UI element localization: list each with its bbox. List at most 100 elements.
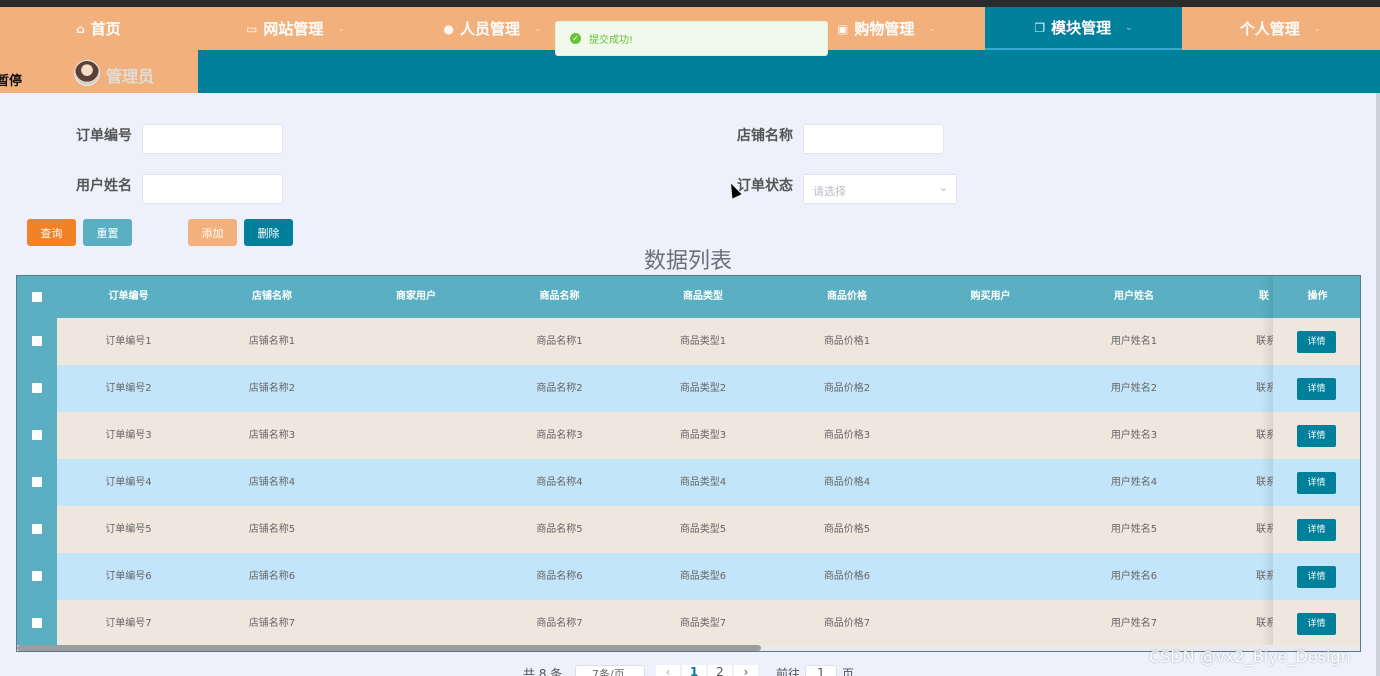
select-all-checkbox[interactable]	[32, 292, 42, 302]
pager-total: 共 8 条	[523, 667, 563, 676]
table-cell: 商品价格6	[823, 571, 871, 582]
row-checkbox[interactable]	[32, 571, 42, 581]
table-cell: 商品价格2	[823, 383, 871, 394]
table-row[interactable]: 订单编号1 店铺名称1 商品名称1 商品类型1 商品价格1 用户姓名1 联系 详情	[17, 318, 1360, 365]
table-cell: 联系	[1256, 571, 1273, 582]
row-checkbox[interactable]	[32, 618, 42, 628]
table-cell: 商品类型1	[679, 336, 727, 347]
nav-item-label: 模块管理	[1051, 19, 1112, 37]
table-cell: 店铺名称5	[248, 524, 296, 535]
detail-button[interactable]: 详情	[1297, 425, 1336, 447]
table-row[interactable]: 订单编号3 店铺名称3 商品名称3 商品类型3 商品价格3 用户姓名3 联系 详情	[17, 412, 1360, 459]
table-row[interactable]: 订单编号4 店铺名称4 商品名称4 商品类型4 商品价格4 用户姓名4 联系 详情	[17, 459, 1360, 506]
table-cell: 用户姓名4	[1110, 477, 1158, 488]
chevron-down-icon: ⌄	[337, 23, 345, 34]
nav-item-label: 首页	[90, 20, 121, 38]
overlay-pause-text: 暂停	[0, 70, 23, 89]
checkbox-cell	[17, 600, 57, 647]
nav-item-label: 购物管理	[854, 20, 915, 38]
chevron-down-icon: ⌄	[938, 181, 948, 194]
home-icon: ⌂	[76, 21, 85, 36]
nav-item-6[interactable]: 个人管理 ⌄	[1182, 7, 1379, 50]
table-row[interactable]: 订单编号5 店铺名称5 商品名称5 商品类型5 商品价格5 用户姓名5 联系 详情	[17, 506, 1360, 553]
order-no-input[interactable]	[142, 124, 283, 154]
nav-item-0[interactable]: ⌂ 首页	[0, 7, 197, 50]
table-cell	[919, 365, 1062, 412]
table-row[interactable]: 订单编号2 店铺名称2 商品名称2 商品类型2 商品价格2 用户姓名2 联系 详情	[17, 365, 1360, 412]
avatar[interactable]	[74, 60, 100, 86]
checkbox-cell	[17, 506, 57, 553]
reset-button[interactable]: 重置	[83, 219, 132, 246]
row-checkbox[interactable]	[32, 430, 42, 440]
detail-button[interactable]: 详情	[1297, 378, 1336, 400]
page-1-button[interactable]: 1	[682, 665, 706, 676]
row-checkbox[interactable]	[32, 477, 42, 487]
goto-label: 前往	[776, 667, 801, 676]
page-size-select[interactable]: 7条/页	[575, 665, 645, 676]
table-cell: 订单编号7	[105, 618, 152, 629]
row-checkbox[interactable]	[32, 524, 42, 534]
table-cell: 联系	[1256, 430, 1273, 441]
table-title: 数据列表	[643, 249, 732, 274]
column-header-6[interactable]: 购买用户	[919, 276, 1062, 318]
table-cell: 店铺名称6	[248, 571, 296, 582]
order-status-select[interactable]: 请选择 ⌄	[803, 174, 957, 204]
column-header-2[interactable]: 商家用户	[344, 276, 488, 318]
detail-button[interactable]: 详情	[1297, 331, 1336, 353]
table-cell: 商品名称3	[536, 430, 583, 441]
lock-icon: ▣	[837, 21, 849, 36]
check-circle-icon: ✓	[570, 33, 581, 44]
table-cell: 商品名称6	[536, 571, 583, 582]
prev-page-button[interactable]: ‹	[656, 665, 680, 676]
column-header-3[interactable]: 商品名称	[488, 276, 631, 318]
detail-button[interactable]: 详情	[1297, 472, 1336, 494]
next-page-button[interactable]: ›	[734, 665, 758, 676]
column-header-9[interactable]: 操作	[1273, 276, 1360, 318]
detail-button[interactable]: 详情	[1297, 613, 1336, 635]
user-name-label: 用户姓名	[76, 178, 132, 194]
user-name-input[interactable]	[142, 174, 283, 204]
nav-item-5[interactable]: ❐ 模块管理 ⌄	[985, 7, 1182, 50]
add-button[interactable]: 添加	[188, 219, 237, 246]
detail-button[interactable]: 详情	[1297, 519, 1336, 541]
delete-button[interactable]: 删除	[244, 219, 293, 246]
table-row[interactable]: 订单编号6 店铺名称6 商品名称6 商品类型6 商品价格6 用户姓名6 联系 详情	[17, 553, 1360, 600]
column-header-8[interactable]: 联系	[1206, 276, 1273, 344]
checkbox-cell	[17, 459, 57, 506]
table-cell: 商品名称1	[536, 336, 583, 347]
table-cell: 商品类型6	[679, 571, 727, 582]
table-cell: 用户姓名2	[1110, 383, 1158, 394]
app-window: ⌂ 首页 ▭ 网站管理 ⌄ ● 人员管理 ⌄ ▣ 购物管理 ⌄ ❐ 模块管理 ⌄ 个人管理 ⌄ 管理员 暂停 …	[0, 0, 1380, 676]
table-row[interactable]: 订单编号7 店铺名称7 商品名称7 商品类型7 商品价格7 用户姓名7 联系 详情	[17, 600, 1360, 647]
chevron-down-icon: ⌄	[1125, 22, 1133, 33]
horizontal-scroll-thumb[interactable]	[17, 645, 761, 651]
column-header-4[interactable]: 商品类型	[631, 276, 775, 318]
table-cell: 商品价格5	[823, 524, 871, 535]
nav-item-label: 个人管理	[1239, 20, 1300, 38]
query-button[interactable]: 查询	[27, 219, 76, 246]
column-header-7[interactable]: 用户姓名	[1062, 276, 1206, 318]
table-cell: 联系	[1256, 336, 1273, 347]
shop-name-input[interactable]	[803, 124, 944, 154]
table-cell	[919, 506, 1062, 553]
detail-button[interactable]: 详情	[1297, 566, 1336, 588]
column-header-0[interactable]: 订单编号	[57, 276, 200, 318]
column-header-5[interactable]: 商品价格	[775, 276, 919, 318]
sub-header-bar	[0, 50, 1380, 93]
vertical-scrollbar[interactable]	[1376, 93, 1380, 676]
table-cell	[344, 365, 488, 412]
user-icon: ●	[443, 21, 454, 36]
row-checkbox[interactable]	[32, 383, 42, 393]
table-cell: 订单编号1	[105, 336, 152, 347]
table-cell	[919, 318, 1062, 365]
table-cell: 商品类型7	[679, 618, 727, 629]
row-checkbox[interactable]	[32, 336, 42, 346]
nav-item-label: 人员管理	[459, 20, 520, 38]
nav-item-1[interactable]: ▭ 网站管理 ⌄	[197, 7, 394, 50]
goto-page-input[interactable]: 1	[805, 665, 837, 676]
column-header-1[interactable]: 店铺名称	[200, 276, 344, 318]
data-table: 订单编号店铺名称商家用户商品名称商品类型商品价格购买用户用户姓名联系 操作 订单编…	[16, 275, 1361, 652]
table-cell: 商品名称4	[536, 477, 583, 488]
page-2-button[interactable]: 2	[708, 665, 732, 676]
chevron-down-icon: ⌄	[928, 23, 936, 34]
